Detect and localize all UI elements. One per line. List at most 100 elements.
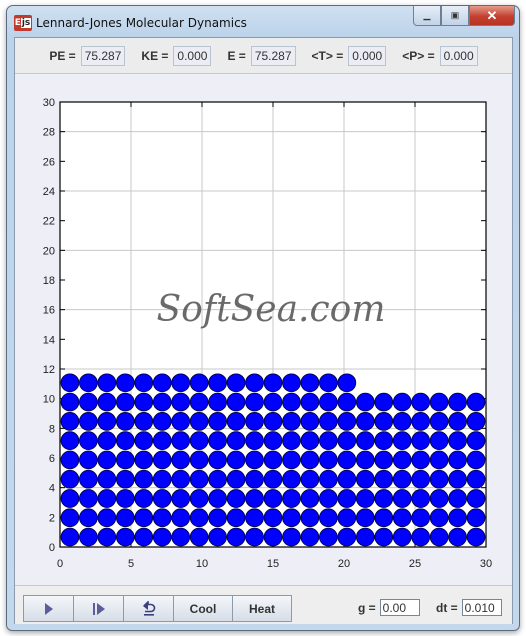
particle bbox=[282, 450, 301, 470]
simulation-plot-panel[interactable]: 0 5 10 15 20 25 30 0 2 4 6 8 10 12 14 16 18 20 22 24 26 28 30 … bbox=[15, 74, 512, 584]
particle bbox=[171, 373, 191, 393]
g-input[interactable] bbox=[379, 599, 420, 616]
particle bbox=[60, 431, 80, 450]
particle bbox=[466, 469, 486, 489]
particle bbox=[300, 527, 320, 547]
step-button[interactable] bbox=[74, 596, 124, 621]
maximize-button[interactable]: ▣ bbox=[441, 6, 469, 26]
dt-label: dt = bbox=[436, 600, 458, 615]
particle bbox=[411, 412, 431, 431]
particle bbox=[319, 469, 338, 489]
heat-button[interactable]: Heat bbox=[233, 596, 291, 621]
particle bbox=[226, 489, 246, 508]
y-tick-label: 30 bbox=[43, 97, 55, 109]
particle bbox=[411, 527, 431, 547]
particle bbox=[97, 431, 117, 450]
particle bbox=[208, 508, 227, 528]
particle bbox=[208, 469, 227, 489]
particle bbox=[319, 392, 338, 412]
particle bbox=[189, 527, 209, 547]
e-label: E = bbox=[227, 48, 246, 63]
particle bbox=[337, 373, 357, 393]
particle bbox=[79, 489, 98, 508]
p-readout: <P> = 0.000 bbox=[402, 45, 478, 66]
particle bbox=[282, 373, 301, 393]
particle bbox=[374, 508, 394, 528]
particle bbox=[448, 431, 467, 450]
particle bbox=[355, 450, 375, 470]
particle bbox=[300, 508, 320, 528]
ke-value: 0.000 bbox=[173, 45, 212, 66]
particle bbox=[60, 489, 80, 508]
client-area: PE = 75.287 KE = 0.000 E = 75.287 <T> = … bbox=[14, 37, 513, 624]
particle bbox=[337, 450, 357, 470]
particle bbox=[79, 527, 98, 547]
ke-readout: KE = 0.000 bbox=[141, 45, 212, 66]
particle bbox=[226, 469, 246, 489]
particle bbox=[448, 469, 467, 489]
control-panel: Cool Heat g = dt = bbox=[15, 585, 512, 624]
ejs-app-icon: Ejs bbox=[14, 15, 32, 31]
particle bbox=[337, 469, 357, 489]
particle bbox=[355, 412, 375, 431]
particle bbox=[189, 412, 209, 431]
particle bbox=[208, 489, 227, 508]
particle bbox=[134, 469, 154, 489]
particle bbox=[208, 373, 227, 393]
particle bbox=[282, 489, 301, 508]
particle bbox=[115, 489, 135, 508]
particle bbox=[374, 469, 394, 489]
particle bbox=[134, 489, 154, 508]
particle bbox=[115, 412, 135, 431]
particle bbox=[392, 527, 412, 547]
particle bbox=[208, 450, 227, 470]
reset-button[interactable] bbox=[124, 596, 174, 621]
x-tick-label: 10 bbox=[196, 558, 208, 570]
y-tick-label: 2 bbox=[49, 512, 55, 524]
particle bbox=[374, 392, 394, 412]
y-tick-label: 16 bbox=[43, 305, 55, 317]
particle bbox=[79, 508, 98, 528]
y-tick-label: 28 bbox=[43, 127, 55, 139]
particle bbox=[226, 373, 246, 393]
minimize-icon: ▁ bbox=[423, 10, 431, 20]
window-title: Lennard-Jones Molecular Dynamics bbox=[36, 16, 247, 30]
particle bbox=[448, 489, 467, 508]
play-button[interactable] bbox=[24, 596, 74, 621]
pe-value: 75.287 bbox=[80, 45, 126, 66]
particle bbox=[411, 450, 431, 470]
particle bbox=[319, 527, 338, 547]
particle bbox=[134, 412, 154, 431]
particle bbox=[152, 373, 172, 393]
close-button[interactable]: ✕ bbox=[469, 6, 515, 26]
cool-button[interactable]: Cool bbox=[174, 596, 233, 621]
minimize-button[interactable]: ▁ bbox=[413, 6, 441, 26]
particle bbox=[411, 489, 431, 508]
particle bbox=[429, 392, 449, 412]
particle bbox=[319, 412, 338, 431]
particle bbox=[115, 373, 135, 393]
particle bbox=[226, 508, 246, 528]
dt-input[interactable] bbox=[461, 599, 502, 616]
e-readout: E = 75.287 bbox=[227, 45, 296, 66]
particle bbox=[60, 392, 80, 412]
particle bbox=[134, 508, 154, 528]
particle bbox=[337, 431, 357, 450]
particle bbox=[152, 508, 172, 528]
y-tick-label: 8 bbox=[49, 423, 55, 435]
particle bbox=[97, 508, 117, 528]
particle bbox=[392, 431, 412, 450]
particle bbox=[189, 469, 209, 489]
particle bbox=[152, 450, 172, 470]
y-tick-label: 6 bbox=[49, 453, 55, 465]
particle bbox=[97, 373, 117, 393]
title-bar[interactable]: Ejs Lennard-Jones Molecular Dynamics ▁ ▣… bbox=[7, 6, 519, 36]
particle bbox=[374, 489, 394, 508]
particle bbox=[97, 527, 117, 547]
ke-label: KE = bbox=[141, 48, 169, 63]
particle bbox=[355, 527, 375, 547]
t-value: 0.000 bbox=[348, 45, 387, 66]
particle bbox=[282, 412, 301, 431]
particle-plot[interactable]: 0 5 10 15 20 25 30024681012141618202224262830 … bbox=[15, 74, 512, 584]
particle bbox=[263, 527, 283, 547]
